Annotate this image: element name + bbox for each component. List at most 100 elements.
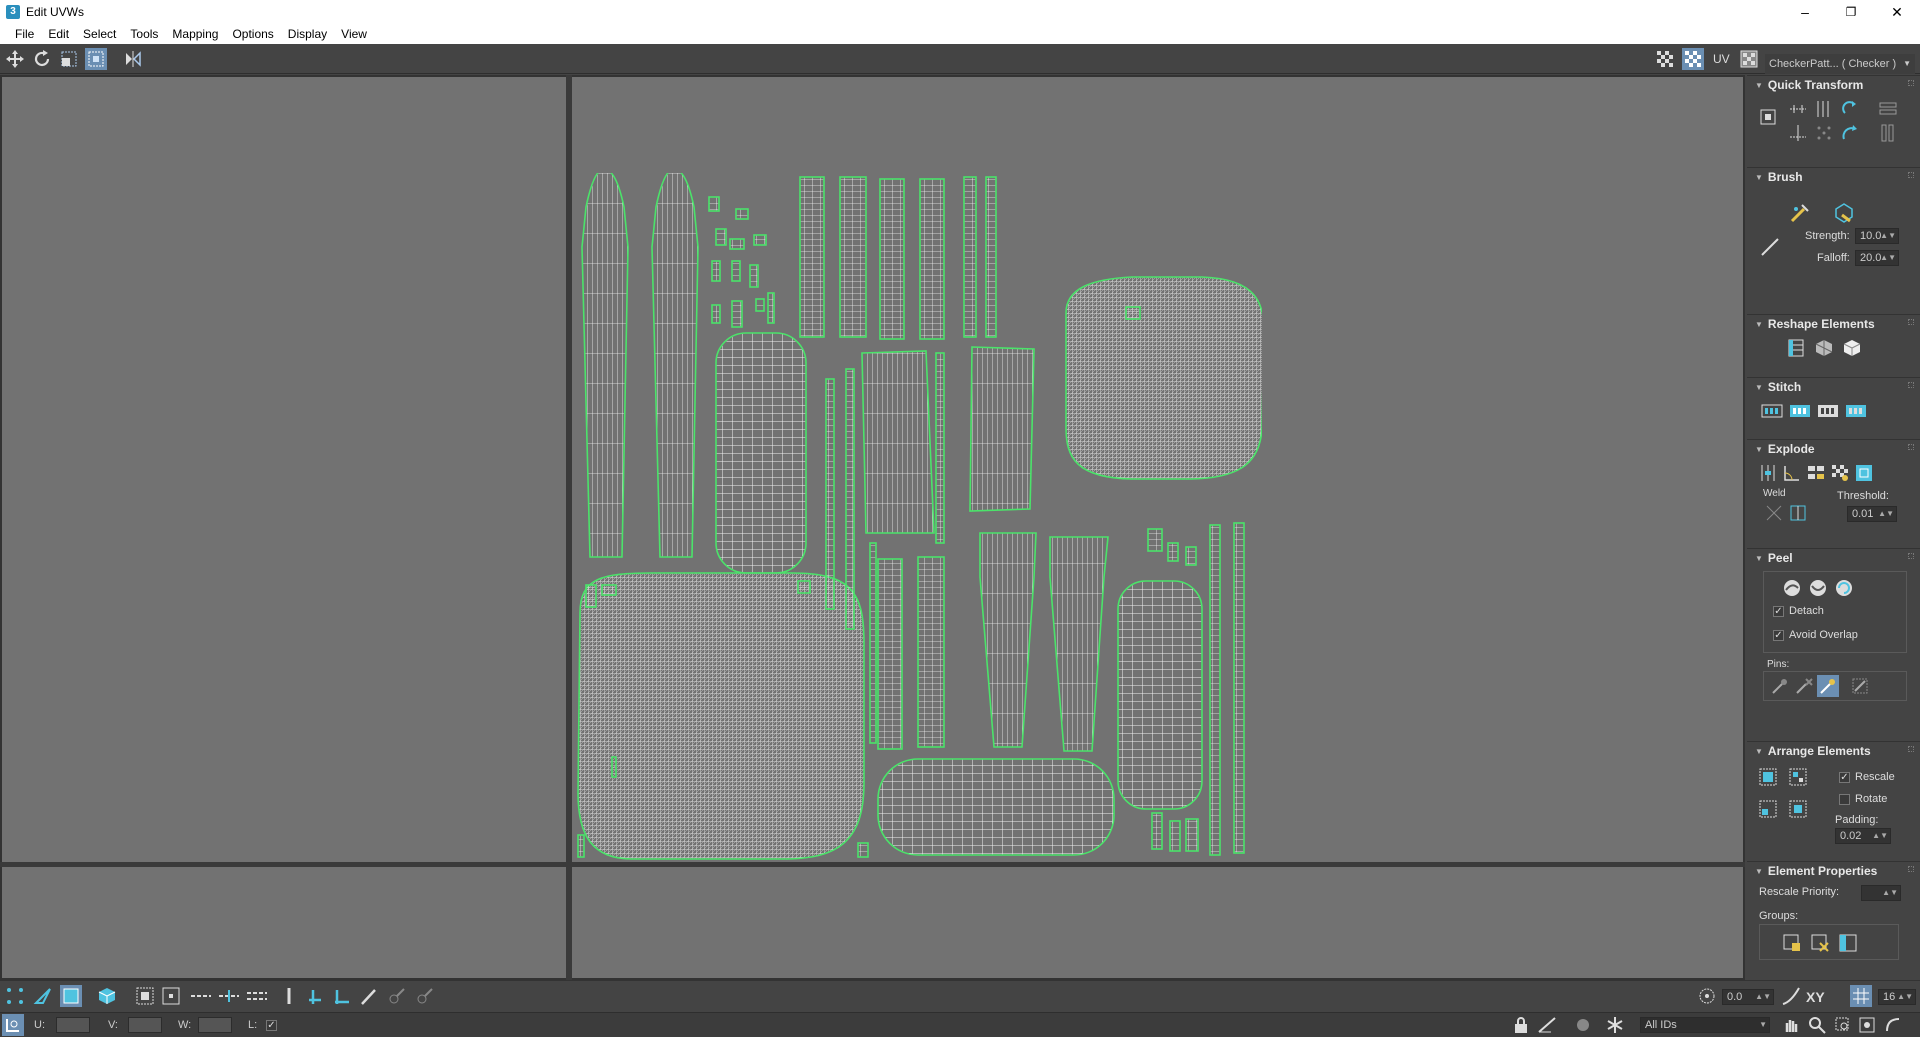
uv-island[interactable] — [581, 173, 629, 558]
hide-icon[interactable] — [1536, 1014, 1558, 1036]
texture-map-icon[interactable] — [1738, 48, 1760, 70]
zoom-selected-icon[interactable] — [1882, 1014, 1904, 1036]
padding-spinner[interactable]: 0.02 ▲▼ — [1835, 828, 1891, 844]
drag-grip-icon[interactable] — [1908, 866, 1914, 872]
material-id-dropdown[interactable]: All IDs ▼ — [1640, 1017, 1770, 1033]
uv-island[interactable] — [1185, 546, 1197, 566]
uv-island[interactable] — [825, 378, 835, 610]
straighten-icon[interactable] — [1877, 98, 1899, 120]
menu-edit[interactable]: Edit — [41, 27, 76, 41]
uv-island[interactable] — [1049, 536, 1109, 752]
align-horizontal-icon[interactable] — [1787, 98, 1809, 120]
uv-island[interactable] — [611, 756, 617, 778]
pin-remove-icon[interactable] — [1793, 675, 1815, 697]
detach-checkbox[interactable]: ✓ — [1773, 606, 1784, 617]
checker-toggle-icon[interactable] — [1682, 48, 1704, 70]
uv-island[interactable] — [1209, 524, 1221, 856]
move-icon[interactable] — [4, 48, 26, 70]
zoom-icon[interactable] — [1806, 1014, 1828, 1036]
brush-falloff-icon[interactable] — [1757, 234, 1783, 260]
avoid-overlap-checkbox[interactable]: ✓ — [1773, 630, 1784, 641]
weld-threshold-icon[interactable] — [1787, 502, 1809, 524]
uv-mode-label[interactable]: UV — [1713, 52, 1730, 66]
select-pins-icon[interactable] — [1849, 675, 1871, 697]
relax-by-polygon-icon[interactable] — [1841, 337, 1863, 359]
arrange-header[interactable]: ▼ Arrange Elements — [1747, 742, 1920, 760]
uv-island[interactable] — [969, 346, 1035, 512]
stitch-to-source-icon[interactable] — [1845, 400, 1867, 422]
align-vertical-icon[interactable] — [1813, 98, 1835, 120]
relax-until-flat-icon[interactable] — [1813, 337, 1835, 359]
paint-select-icon[interactable] — [358, 985, 380, 1007]
peel-mode-icon[interactable] — [1807, 577, 1829, 599]
paint-select-grow-icon[interactable] — [386, 985, 408, 1007]
lock-icon[interactable] — [1510, 1014, 1532, 1036]
menu-options[interactable]: Options — [225, 27, 280, 41]
uv-island[interactable] — [879, 178, 905, 340]
uv-island[interactable] — [1169, 820, 1181, 852]
paint-select-shrink-icon[interactable] — [414, 985, 436, 1007]
lock-l-checkbox[interactable]: ✓ — [266, 1020, 277, 1031]
uv-island[interactable] — [577, 572, 865, 860]
drag-grip-icon[interactable] — [1908, 746, 1914, 752]
uv-island[interactable] — [711, 304, 721, 324]
brush-header[interactable]: ▼ Brush — [1747, 168, 1920, 186]
rotate-checkbox[interactable] — [1839, 794, 1850, 805]
shrink-loop-icon[interactable] — [246, 985, 268, 1007]
uv-island[interactable] — [1167, 542, 1179, 562]
peel-header[interactable]: ▼ Peel — [1747, 549, 1920, 567]
uv-island[interactable] — [839, 176, 867, 338]
select-by-element-uv-icon[interactable] — [278, 985, 300, 1007]
v-field[interactable] — [128, 1017, 162, 1033]
drag-grip-icon[interactable] — [1908, 80, 1914, 86]
drag-grip-icon[interactable] — [1908, 172, 1914, 178]
break-icon[interactable] — [1757, 462, 1779, 484]
mirror-icon[interactable] — [122, 48, 144, 70]
zoom-region-icon[interactable] — [1832, 1014, 1854, 1036]
uv-island[interactable] — [767, 292, 775, 324]
relax-icon[interactable] — [1877, 122, 1899, 144]
uv-island[interactable] — [711, 260, 721, 282]
paint-relax-icon[interactable] — [1831, 200, 1857, 226]
uv-island[interactable] — [1151, 812, 1163, 850]
menu-select[interactable]: Select — [76, 27, 123, 41]
u-field[interactable] — [56, 1017, 90, 1033]
uv-island[interactable] — [729, 238, 745, 250]
uv-island[interactable] — [708, 196, 720, 212]
grid-size-spinner[interactable]: 16 ▲▼ — [1878, 989, 1916, 1005]
stitch-average-icon[interactable] — [1817, 400, 1839, 422]
uv-island[interactable] — [963, 176, 977, 338]
uv-island[interactable] — [919, 178, 945, 340]
pack-together-icon[interactable] — [1787, 766, 1809, 788]
xy-space-label[interactable]: XY — [1806, 989, 1825, 1005]
quick-transform-header[interactable]: ▼ Quick Transform — [1747, 76, 1920, 94]
restore-button[interactable]: ❐ — [1828, 0, 1874, 24]
uv-island[interactable] — [753, 234, 767, 246]
rescale-priority-spinner[interactable]: ▲▼ — [1861, 885, 1901, 901]
uv-layout[interactable] — [572, 173, 1262, 863]
stitch-custom-icon[interactable] — [1761, 400, 1783, 422]
uv-island[interactable] — [585, 584, 597, 608]
stitch-header[interactable]: ▼ Stitch — [1747, 378, 1920, 396]
edge-mode-icon[interactable] — [32, 985, 54, 1007]
uv-island[interactable] — [1147, 528, 1163, 552]
flatten-by-smoothing-icon[interactable] — [1829, 462, 1851, 484]
quick-peel-icon[interactable] — [1781, 577, 1803, 599]
ungroup-selected-icon[interactable] — [1809, 932, 1831, 954]
uv-island[interactable] — [979, 532, 1037, 748]
space-icon[interactable] — [1813, 122, 1835, 144]
menu-tools[interactable]: Tools — [123, 27, 165, 41]
uv-island[interactable] — [799, 176, 825, 338]
show-icon[interactable] — [1572, 1014, 1594, 1036]
drag-grip-icon[interactable] — [1908, 553, 1914, 559]
uv-island[interactable] — [1117, 580, 1203, 810]
pack-custom-icon[interactable] — [1757, 766, 1779, 788]
uv-island[interactable] — [715, 228, 727, 246]
pack-normalize-icon[interactable] — [1757, 798, 1779, 820]
falloff-distance-spinner[interactable]: 0.0 ▲▼ — [1722, 989, 1774, 1005]
uv-island[interactable] — [731, 300, 743, 328]
uv-island[interactable] — [797, 580, 811, 594]
pan-icon[interactable] — [1780, 1014, 1802, 1036]
uv-island[interactable] — [755, 298, 765, 312]
checker-icon[interactable] — [1654, 48, 1676, 70]
